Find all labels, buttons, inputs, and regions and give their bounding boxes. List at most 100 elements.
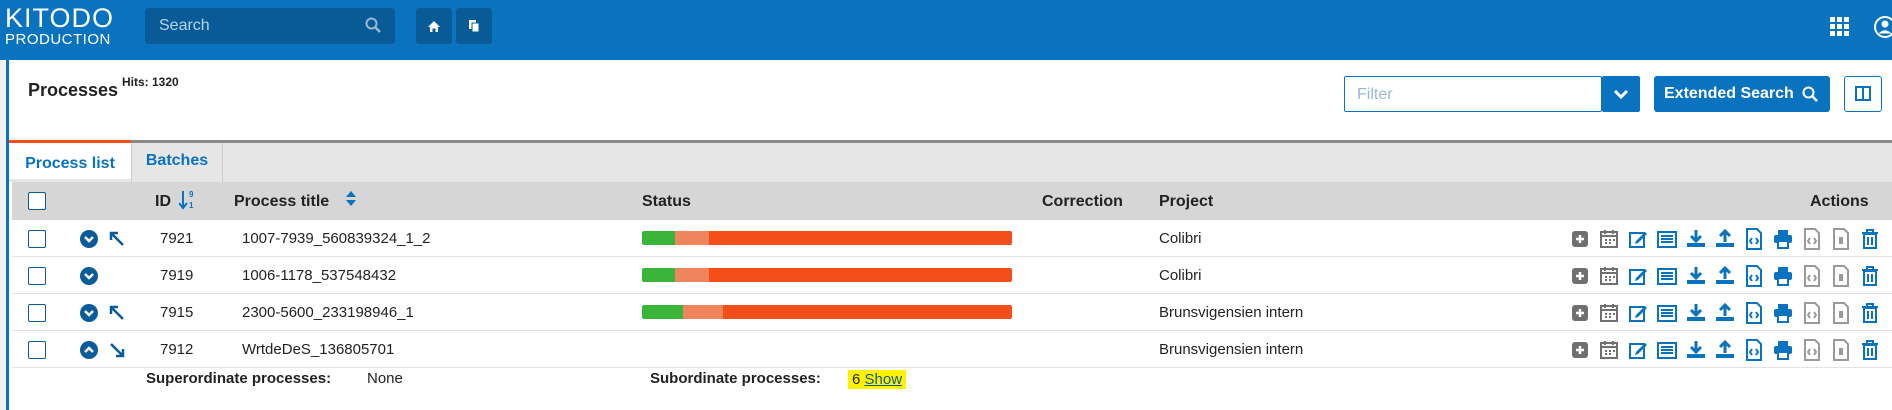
filter-dropdown-button[interactable]	[1602, 76, 1640, 112]
upload-icon[interactable]	[1713, 264, 1737, 288]
process-id: 7919	[160, 267, 194, 284]
archive-file-icon[interactable]	[1829, 301, 1853, 325]
upload-icon[interactable]	[1713, 227, 1737, 251]
svg-text:1: 1	[189, 201, 194, 210]
row-checkbox[interactable]	[28, 341, 46, 359]
status-segment-done	[642, 305, 683, 319]
show-subordinate-link[interactable]: Show	[865, 371, 903, 388]
archive-file-icon[interactable]	[1829, 264, 1853, 288]
apps-grid-icon[interactable]	[1830, 17, 1850, 42]
list-icon[interactable]	[1655, 301, 1679, 325]
kitodo-logo[interactable]: KITODO PRODUCTION	[5, 5, 114, 48]
xml-file-icon[interactable]	[1742, 338, 1766, 362]
download-icon[interactable]	[1684, 264, 1708, 288]
upload-icon[interactable]	[1713, 301, 1737, 325]
svg-text:9: 9	[189, 190, 194, 199]
expand-icon[interactable]	[80, 230, 98, 252]
table-row[interactable]: 7919 1006-1178_537548432 Colibri	[12, 257, 1892, 294]
select-all-checkbox[interactable]	[28, 192, 46, 210]
table-row[interactable]: 7912 WrtdeDeS_136805701 Brunsvigensien i…	[12, 331, 1892, 368]
process-title[interactable]: 1006-1178_537548432	[242, 267, 396, 284]
sort-icon[interactable]	[345, 189, 357, 214]
documents-button[interactable]	[456, 8, 492, 44]
print-icon[interactable]	[1771, 264, 1795, 288]
user-account-icon[interactable]	[1874, 15, 1892, 44]
filter-input[interactable]: Filter	[1344, 76, 1602, 112]
calendar-icon[interactable]	[1597, 301, 1621, 325]
home-button[interactable]	[416, 8, 452, 44]
columns-icon	[1855, 86, 1871, 101]
xml-file-icon[interactable]	[1742, 227, 1766, 251]
print-icon[interactable]	[1771, 338, 1795, 362]
processes-panel: Processes Hits: 1320 Filter Extended Sea…	[6, 60, 1892, 410]
calendar-icon[interactable]	[1597, 264, 1621, 288]
export-file-icon[interactable]	[1800, 301, 1824, 325]
expand-icon[interactable]	[80, 304, 98, 326]
status-progress-bar[interactable]	[642, 231, 1012, 245]
documents-icon	[469, 20, 480, 33]
process-title[interactable]: WrtdeDeS_136805701	[242, 341, 394, 358]
add-icon[interactable]	[1568, 338, 1592, 362]
status-progress-bar[interactable]	[642, 268, 1012, 282]
parent-arrow-icon[interactable]	[108, 230, 126, 252]
delete-icon[interactable]	[1858, 264, 1882, 288]
sort-numeric-icon[interactable]: 91	[178, 189, 197, 216]
collapse-icon[interactable]	[80, 341, 98, 363]
xml-file-icon[interactable]	[1742, 264, 1766, 288]
row-checkbox[interactable]	[28, 230, 46, 248]
status-segment-open	[708, 231, 1012, 245]
page-title: Processes	[28, 80, 119, 100]
delete-icon[interactable]	[1858, 338, 1882, 362]
list-icon[interactable]	[1655, 264, 1679, 288]
child-arrow-icon[interactable]	[108, 341, 126, 363]
parent-arrow-icon[interactable]	[108, 304, 126, 326]
column-process-title[interactable]: Process title	[234, 193, 329, 211]
delete-icon[interactable]	[1858, 301, 1882, 325]
edit-icon[interactable]	[1626, 264, 1650, 288]
calendar-icon[interactable]	[1597, 227, 1621, 251]
home-icon	[428, 21, 440, 32]
export-file-icon[interactable]	[1800, 264, 1824, 288]
add-icon[interactable]	[1568, 264, 1592, 288]
columns-toggle-button[interactable]	[1844, 76, 1882, 112]
edit-icon[interactable]	[1626, 338, 1650, 362]
add-icon[interactable]	[1568, 227, 1592, 251]
delete-icon[interactable]	[1858, 227, 1882, 251]
upload-icon[interactable]	[1713, 338, 1737, 362]
download-icon[interactable]	[1684, 301, 1708, 325]
row-checkbox[interactable]	[28, 267, 46, 285]
tab-batches[interactable]: Batches	[131, 143, 223, 182]
archive-file-icon[interactable]	[1829, 338, 1853, 362]
list-icon[interactable]	[1655, 227, 1679, 251]
extended-search-button[interactable]: Extended Search	[1654, 76, 1830, 112]
search-input[interactable]: Search	[145, 8, 395, 44]
xml-file-icon[interactable]	[1742, 301, 1766, 325]
search-icon[interactable]	[365, 17, 381, 38]
status-progress-bar[interactable]	[642, 305, 1012, 319]
export-file-icon[interactable]	[1800, 338, 1824, 362]
download-icon[interactable]	[1684, 338, 1708, 362]
list-icon[interactable]	[1655, 338, 1679, 362]
table-row[interactable]: 7921 1007-7939_560839324_1_2 Colibri	[12, 220, 1892, 257]
archive-file-icon[interactable]	[1829, 227, 1853, 251]
download-icon[interactable]	[1684, 227, 1708, 251]
export-file-icon[interactable]	[1800, 227, 1824, 251]
add-icon[interactable]	[1568, 301, 1592, 325]
process-title[interactable]: 2300-5600_233198946_1	[242, 304, 414, 321]
calendar-icon[interactable]	[1597, 338, 1621, 362]
tab-process-list[interactable]: Process list	[9, 140, 131, 179]
logo-line1: KITODO	[5, 3, 115, 33]
edit-icon[interactable]	[1626, 227, 1650, 251]
expand-icon[interactable]	[80, 267, 98, 289]
print-icon[interactable]	[1771, 301, 1795, 325]
process-title[interactable]: 1007-7939_560839324_1_2	[242, 230, 431, 247]
table-row[interactable]: 7915 2300-5600_233198946_1 Brunsvigensie…	[12, 294, 1892, 331]
column-status: Status	[642, 193, 691, 210]
print-icon[interactable]	[1771, 227, 1795, 251]
row-checkbox[interactable]	[28, 304, 46, 322]
column-id[interactable]: ID	[155, 193, 171, 211]
table-header: ID 91 Process title Status Correction Pr…	[12, 182, 1892, 220]
edit-icon[interactable]	[1626, 301, 1650, 325]
status-segment-done	[642, 268, 676, 282]
column-project[interactable]: Project	[1159, 193, 1213, 211]
